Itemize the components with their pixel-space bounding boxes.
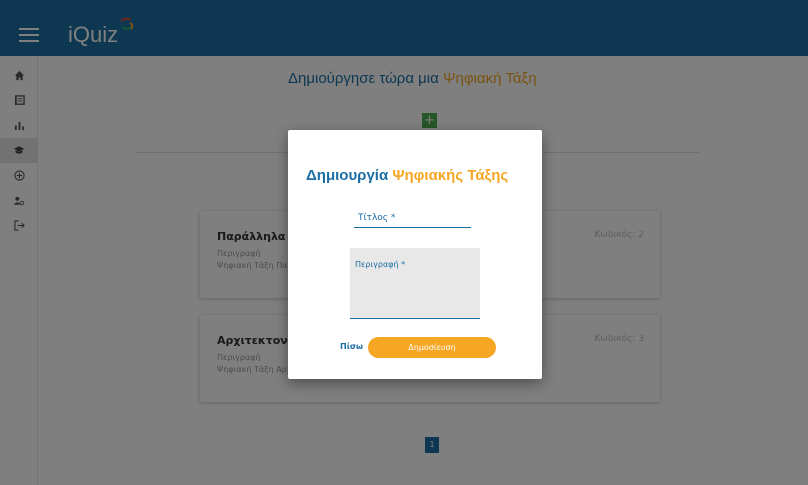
dialog-title-accent: Ψηφιακής Τάξης: [392, 167, 509, 184]
create-class-dialog: Δημιουργία Ψηφιακής Τάξης Τίτλος * Περιγ…: [288, 130, 542, 379]
dialog-title: Δημιουργία Ψηφιακής Τάξης: [306, 167, 508, 184]
description-textarea[interactable]: Περιγραφή *: [350, 248, 480, 319]
dialog-title-main: Δημιουργία: [306, 167, 389, 184]
title-input-label: Τίτλος *: [358, 213, 396, 223]
description-textarea-label: Περιγραφή *: [355, 260, 406, 269]
title-input[interactable]: Τίτλος *: [354, 210, 471, 228]
back-button[interactable]: Πίσω: [340, 342, 363, 351]
publish-button[interactable]: Δημοσίευση: [368, 337, 496, 358]
